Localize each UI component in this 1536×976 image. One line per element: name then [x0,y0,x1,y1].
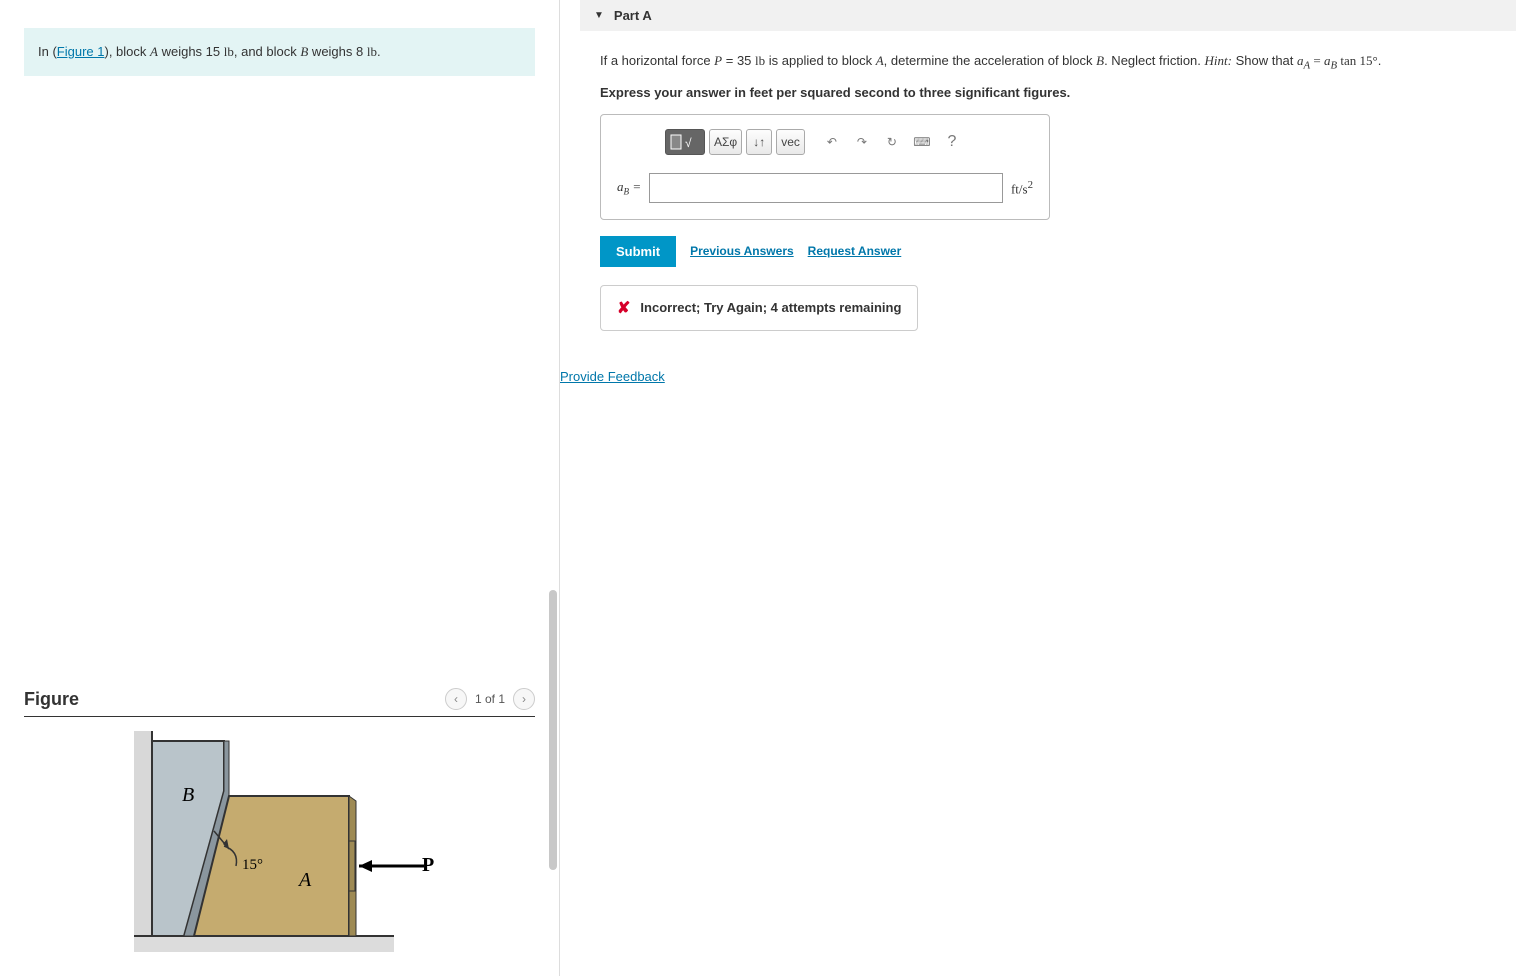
keyboard-button[interactable]: ⌨ [909,129,935,155]
request-answer-link[interactable]: Request Answer [808,244,902,258]
instruction-text: Express your answer in feet per squared … [600,85,1516,100]
greek-button[interactable]: ΑΣφ [709,129,742,155]
problem-text: In ( [38,44,57,59]
part-header[interactable]: ▼ Part A [580,0,1516,31]
figure-panel: Figure ‹ 1 of 1 › [0,688,559,976]
answer-box: √ ΑΣφ ↓↑ vec ↶ ↷ ↻ ⌨ ? aB = [600,114,1050,220]
figure-link[interactable]: Figure 1 [57,44,105,59]
figure-counter: 1 of 1 [475,692,505,706]
action-row: Submit Previous Answers Request Answer [600,236,1516,267]
provide-feedback-link[interactable]: Provide Feedback [560,369,665,384]
scrollbar-thumb[interactable] [549,590,557,870]
figure-image: B A 15° P [24,731,535,964]
answer-unit: ft/s2 [1011,179,1033,197]
angle-label: 15° [242,857,263,873]
question-text: If a horizontal force P = 35 lb is appli… [600,51,1516,75]
templates-button[interactable]: √ [665,129,705,155]
figure-title: Figure [24,689,79,710]
figure-next-button[interactable]: › [513,688,535,710]
part-label: Part A [614,8,652,23]
block-b-label: B [182,784,194,806]
equation-toolbar: √ ΑΣφ ↓↑ vec ↶ ↷ ↻ ⌨ ? [617,129,1033,155]
submit-button[interactable]: Submit [600,236,676,267]
previous-answers-link[interactable]: Previous Answers [690,244,794,258]
subsup-button[interactable]: ↓↑ [746,129,772,155]
incorrect-icon: ✘ [617,298,630,318]
answer-variable: aB = [617,179,641,197]
scrollbar[interactable] [549,590,557,966]
vec-button[interactable]: vec [776,129,805,155]
feedback-message: Incorrect; Try Again; 4 attempts remaini… [640,300,901,315]
answer-input[interactable] [649,173,1003,203]
figure-prev-button[interactable]: ‹ [445,688,467,710]
redo-button[interactable]: ↷ [849,129,875,155]
svg-text:√: √ [685,136,692,150]
feedback-box: ✘ Incorrect; Try Again; 4 attempts remai… [600,285,918,331]
problem-statement: In (Figure 1), block A weighs 15 lb, and… [24,28,535,76]
reset-button[interactable]: ↻ [879,129,905,155]
undo-button[interactable]: ↶ [819,129,845,155]
force-label: P [422,854,434,876]
block-a-label: A [297,869,312,891]
collapse-icon: ▼ [594,10,604,21]
help-button[interactable]: ? [939,129,965,155]
